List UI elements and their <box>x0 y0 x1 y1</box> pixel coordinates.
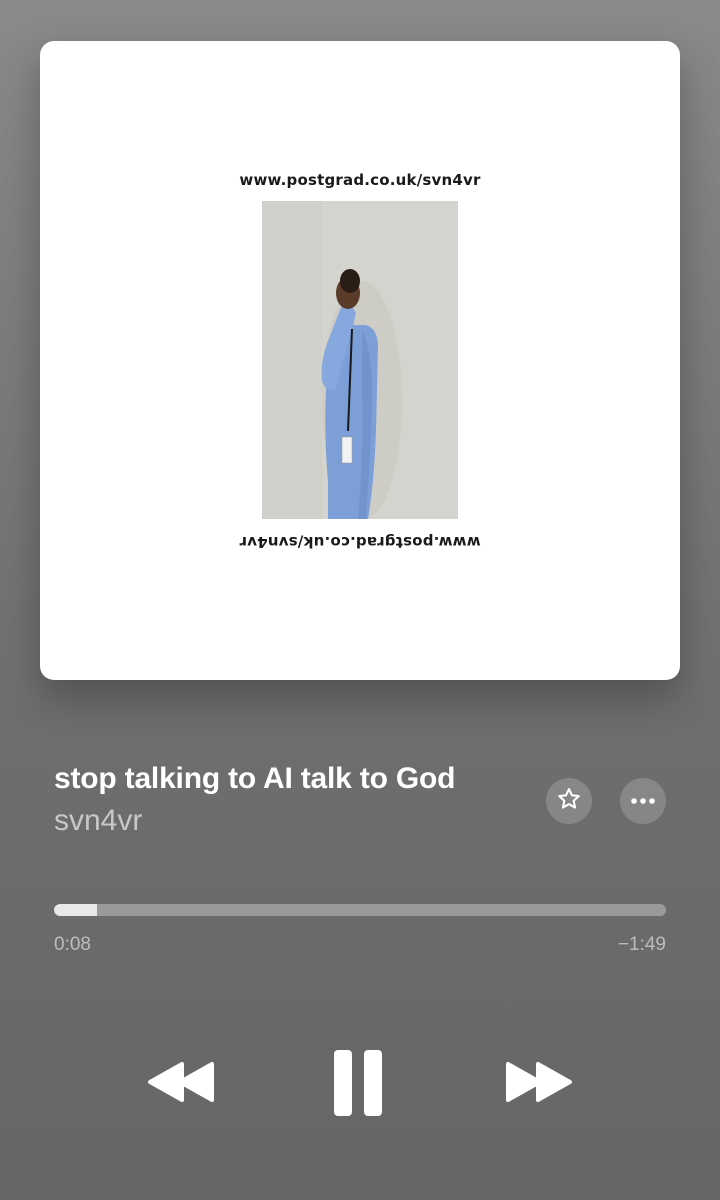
fast-forward-button[interactable] <box>504 1060 574 1104</box>
more-options-button[interactable] <box>620 778 666 824</box>
artwork-photo <box>262 201 458 519</box>
rewind-icon <box>146 1060 216 1104</box>
rewind-button[interactable] <box>146 1060 216 1104</box>
now-playing-screen: www.postgrad.co.uk/svn4vr www.postgrad.c… <box>0 0 720 1200</box>
fast-forward-icon <box>504 1060 574 1104</box>
star-icon <box>556 786 582 817</box>
artwork-url-text-inverted: www.postgrad.co.uk/svn4vr <box>239 533 481 551</box>
pause-icon <box>330 1048 390 1118</box>
pause-button[interactable] <box>330 1048 390 1118</box>
ellipsis-icon <box>630 792 656 810</box>
track-title: stop talking to AI talk to God <box>54 762 456 795</box>
artwork-url-text: www.postgrad.co.uk/svn4vr <box>239 171 481 189</box>
favorite-button[interactable] <box>546 778 592 824</box>
progress-fill <box>54 904 97 916</box>
playback-progress-bar[interactable] <box>54 904 666 916</box>
remaining-time: −1:49 <box>617 934 666 955</box>
track-artist[interactable]: svn4vr <box>54 804 142 838</box>
elapsed-time: 0:08 <box>54 934 91 955</box>
album-artwork: www.postgrad.co.uk/svn4vr www.postgrad.c… <box>40 41 680 680</box>
